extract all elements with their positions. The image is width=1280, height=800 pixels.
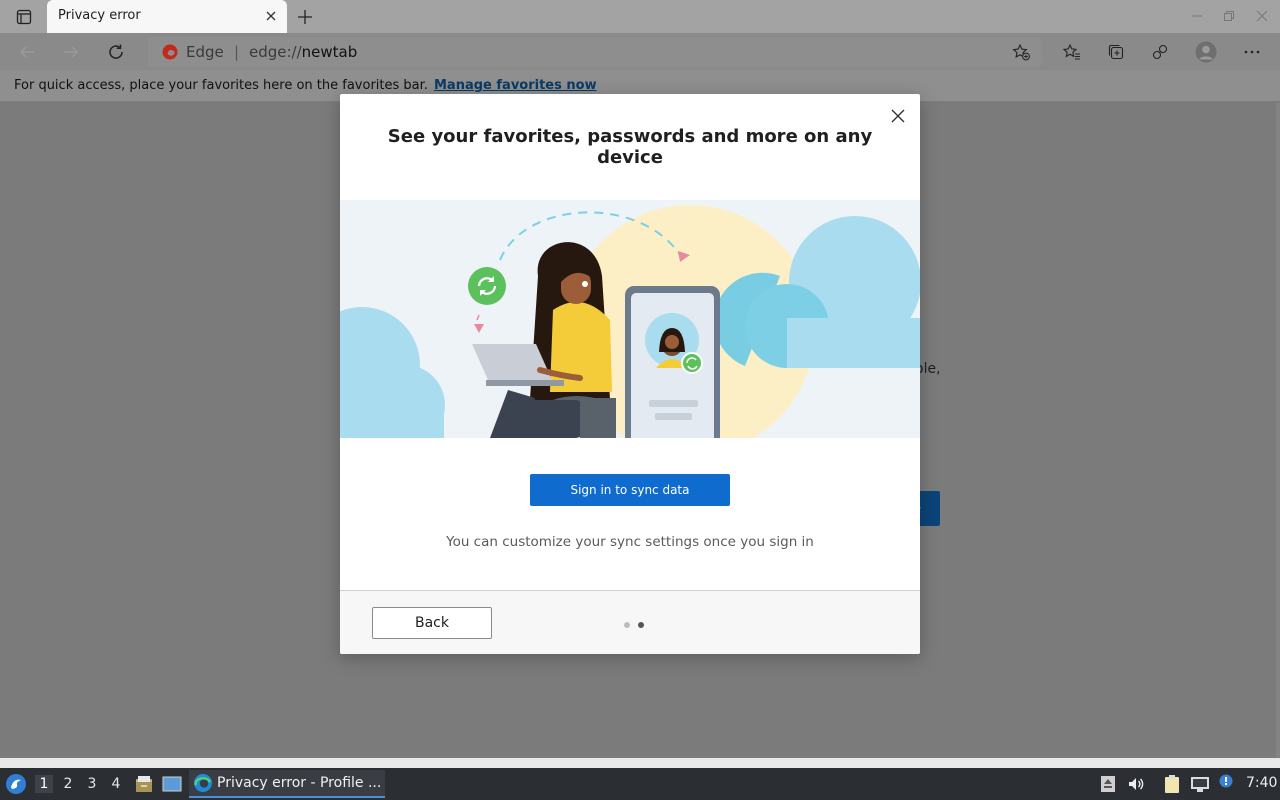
url-host: newtab xyxy=(301,43,358,61)
favorites-bar-message: For quick access, place your favorites h… xyxy=(14,78,428,93)
workspace-3[interactable]: 3 xyxy=(83,775,101,793)
sync-dialog: See your favorites, passwords and more o… xyxy=(340,94,920,654)
page-indicator-dot-1 xyxy=(624,622,630,628)
favorites-icon[interactable] xyxy=(1060,40,1084,64)
url-scheme: edge:// xyxy=(249,43,302,61)
sync-settings-note: You can customize your sync settings onc… xyxy=(446,534,814,550)
tab-strip: Privacy error xyxy=(0,0,1280,33)
taskbar-clock: 7:40 xyxy=(1246,775,1278,791)
tray-notes-icon[interactable] xyxy=(1098,774,1118,794)
close-dialog-icon[interactable] xyxy=(889,107,907,125)
minimize-icon[interactable] xyxy=(1188,8,1206,24)
edge-logo-icon xyxy=(162,44,178,64)
start-menu-icon[interactable] xyxy=(4,772,28,796)
manage-favorites-link[interactable]: Manage favorites now xyxy=(434,78,597,93)
clipboard-icon[interactable] xyxy=(1162,774,1182,794)
workspace-4[interactable]: 4 xyxy=(107,775,125,793)
tab-title: Privacy error xyxy=(58,8,141,23)
address-bar[interactable]: Edge | edge://newtab xyxy=(148,37,1042,67)
sign-in-sync-button[interactable]: Sign in to sync data xyxy=(530,474,730,506)
address-bar-separator: | xyxy=(234,43,240,61)
sync-icon-illustration xyxy=(468,267,506,305)
workspace-2[interactable]: 2 xyxy=(59,775,77,793)
network-icon[interactable] xyxy=(1190,774,1210,794)
notification-icon[interactable] xyxy=(1216,771,1236,791)
taskbar-app-label: Privacy error - Profile ... xyxy=(217,775,382,791)
back-button[interactable]: Back xyxy=(372,607,492,639)
close-window-icon[interactable] xyxy=(1253,8,1271,24)
more-options-icon[interactable] xyxy=(1240,40,1264,64)
desktop-icon[interactable] xyxy=(162,774,182,794)
back-arrow-icon[interactable] xyxy=(15,40,39,64)
restore-icon[interactable] xyxy=(1220,8,1238,24)
dialog-footer: Back xyxy=(340,590,920,654)
edge-app-icon xyxy=(193,773,213,793)
tab-actions-icon[interactable] xyxy=(8,6,40,28)
window-bottom-edge xyxy=(0,758,1280,768)
file-manager-icon[interactable] xyxy=(134,774,154,794)
address-bar-brand: Edge xyxy=(186,43,224,61)
taskbar-edge-window[interactable]: Privacy error - Profile ... xyxy=(189,770,385,798)
close-tab-icon[interactable] xyxy=(263,8,279,24)
profile-avatar-icon[interactable] xyxy=(1194,40,1218,64)
refresh-icon[interactable] xyxy=(104,40,128,64)
sync-illustration xyxy=(340,200,920,438)
navigation-toolbar: Edge | edge://newtab xyxy=(0,33,1280,70)
volume-icon[interactable] xyxy=(1126,774,1146,794)
tab-privacy-error[interactable]: Privacy error xyxy=(47,0,287,33)
page-scrollbar[interactable] xyxy=(1276,103,1280,758)
address-bar-url: edge://newtab xyxy=(249,43,357,61)
add-favorite-icon[interactable] xyxy=(1009,40,1033,64)
new-tab-icon[interactable] xyxy=(294,6,316,28)
workspace-1[interactable]: 1 xyxy=(35,775,53,793)
os-taskbar: 1 2 3 4 Privacy error - Profile ... 7:40 xyxy=(0,768,1280,800)
phone-illustration xyxy=(625,286,720,438)
dialog-title: See your favorites, passwords and more o… xyxy=(387,126,873,168)
page-indicator-dot-2-active xyxy=(638,622,644,628)
extensions-icon[interactable] xyxy=(1148,40,1172,64)
forward-arrow-icon[interactable] xyxy=(59,40,83,64)
collections-icon[interactable] xyxy=(1104,40,1128,64)
